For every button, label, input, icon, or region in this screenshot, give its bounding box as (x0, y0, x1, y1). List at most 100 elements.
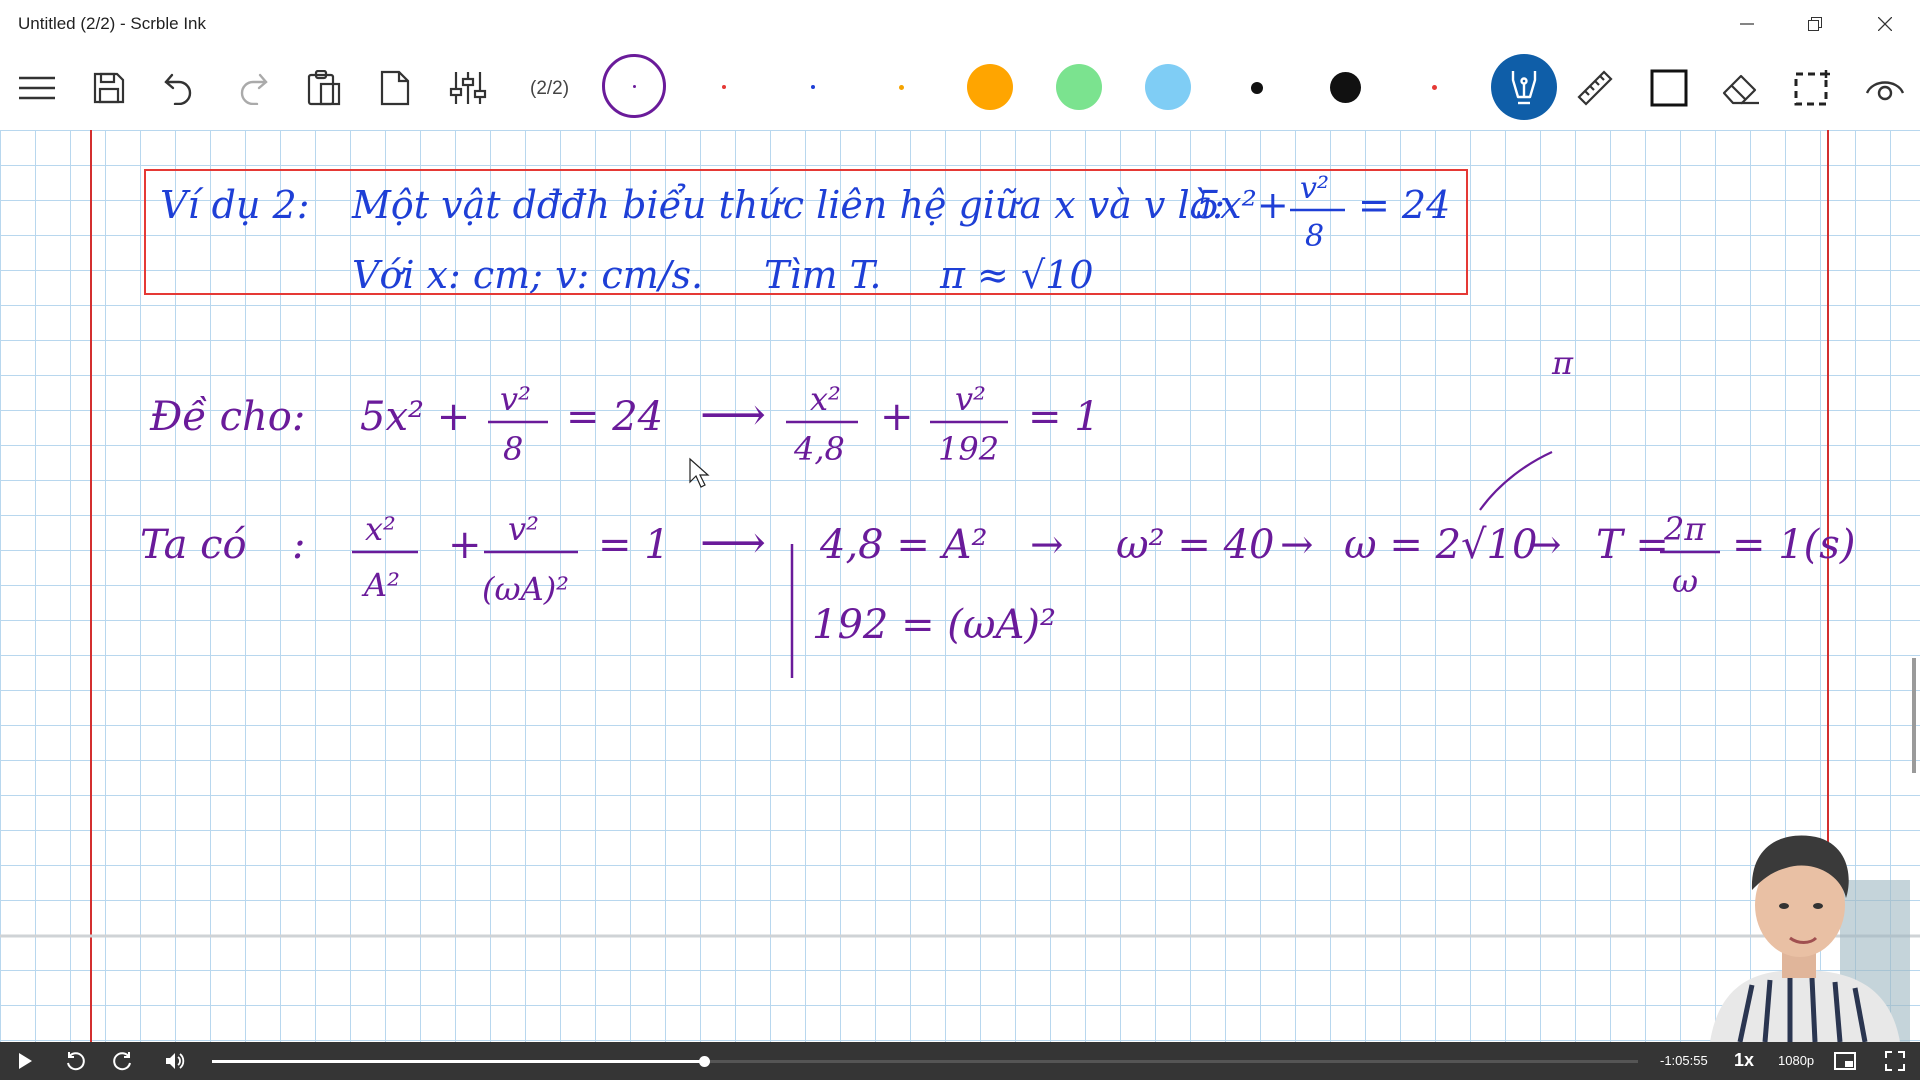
fullscreen-icon (1885, 1051, 1905, 1071)
example-label: Ví dụ 2: (160, 183, 310, 227)
undo-icon (164, 73, 192, 105)
ink-layer: Ví dụ 2: Một vật dđđh biểu thức liên hệ … (0, 130, 1920, 1042)
close-icon (1878, 17, 1892, 31)
picture-in-picture-button[interactable] (1830, 1046, 1860, 1076)
pen-color-black-small[interactable] (1251, 82, 1263, 94)
replay-button[interactable] (60, 1046, 90, 1076)
restore-icon (1808, 17, 1822, 31)
video-controls: -1:05:55 1x 1080p (0, 1042, 1920, 1080)
pen-color-selected-purple[interactable] (602, 54, 666, 118)
system-eq2: 192 = (ωA)² (812, 602, 1056, 648)
mouse-cursor-icon (689, 457, 710, 488)
given-eq: = 24 (566, 394, 663, 440)
period-num: 2π (1663, 510, 1706, 548)
period-rhs: = 1(s) (1732, 522, 1855, 568)
toolbar: (2/2) (0, 48, 1920, 130)
redo-button[interactable] (222, 58, 282, 118)
close-button[interactable] (1851, 0, 1919, 48)
settings-button[interactable] (438, 58, 498, 118)
undo-button[interactable] (150, 58, 210, 118)
save-button[interactable] (79, 58, 139, 118)
video-quality[interactable]: 1080p (1778, 1053, 1814, 1068)
given-f3-num: v² (955, 380, 986, 418)
period-lhs: T = (1596, 522, 1669, 568)
redo-icon (240, 73, 268, 105)
restore-button[interactable] (1781, 0, 1849, 48)
volume-icon (166, 1053, 185, 1069)
given-lhs: 5x² + (360, 394, 470, 440)
fullscreen-button[interactable] (1880, 1046, 1910, 1076)
view-icon (1865, 81, 1905, 101)
derivation-label: Ta có (140, 522, 247, 568)
example-statement: Một vật dđđh biểu thức liên hệ giữa x và… (351, 183, 1225, 227)
progress-handle[interactable] (698, 1056, 710, 1067)
playback-speed[interactable]: 1x (1734, 1050, 1754, 1071)
forward-icon (113, 1052, 131, 1071)
menu-icon (19, 76, 55, 100)
vertical-scrollbar[interactable] (1912, 658, 1916, 773)
handwriting: Ví dụ 2: Một vật dđđh biểu thức liên hệ … (140, 169, 1855, 678)
pi-note-pointer (1479, 451, 1553, 511)
derivation-eq1: = 1 (598, 522, 670, 568)
pen-color-orange[interactable] (967, 64, 1013, 110)
example-approx: π ≈ √10 (939, 253, 1094, 297)
title-bar: Untitled (2/2) - Scrble Ink (0, 0, 1920, 48)
omega-squared: ω² = 40 (1116, 522, 1275, 568)
volume-button[interactable] (160, 1046, 190, 1076)
paste-button[interactable] (294, 58, 354, 118)
period-den: ω (1672, 562, 1698, 600)
replay-icon (67, 1052, 85, 1071)
minimize-icon (1740, 23, 1754, 25)
derivation-f2-num: v² (508, 510, 539, 548)
paste-icon (307, 70, 341, 106)
play-button[interactable] (10, 1046, 40, 1076)
window-title: Untitled (2/2) - Scrble Ink (18, 14, 207, 33)
derivation-f1-num: x² (365, 510, 396, 548)
pen-tool-button[interactable] (1491, 54, 1557, 120)
example-eq-right: = 24 (1358, 183, 1450, 227)
menu-button[interactable] (7, 58, 67, 118)
eraser-button[interactable] (1711, 58, 1771, 118)
given-f2-den: 4,8 (793, 430, 845, 468)
view-button[interactable] (1855, 58, 1915, 118)
system-eq1: 4,8 = A² (819, 522, 987, 568)
derivation-arrow2: → (1030, 522, 1064, 568)
notebook-canvas[interactable]: Ví dụ 2: Một vật dđđh biểu thức liên hệ … (0, 130, 1920, 1042)
derivation-arrow3: → (1280, 522, 1314, 568)
page-button[interactable] (365, 58, 425, 118)
pen-color-red-fine[interactable] (722, 85, 726, 89)
minimize-button[interactable] (1713, 0, 1781, 48)
select-button[interactable] (1782, 58, 1842, 118)
pen-color-light-blue[interactable] (1145, 64, 1191, 110)
shape-button[interactable] (1639, 58, 1699, 118)
time-remaining: -1:05:55 (1660, 1053, 1708, 1068)
example-units: Với x: cm; v: cm/s. (352, 253, 703, 297)
progress-bar[interactable] (212, 1056, 1638, 1067)
given-plus: + (880, 394, 914, 440)
omega-value: ω = 2√10 (1344, 522, 1537, 568)
example-eq-left: 5x²+ (1196, 183, 1289, 227)
pen-color-black-large[interactable] (1330, 72, 1361, 103)
page-icon (380, 70, 410, 106)
derivation-plus: + (448, 522, 482, 568)
given-f1-num: v² (500, 380, 531, 418)
ruler-icon (1577, 70, 1613, 106)
example-find: Tìm T. (764, 253, 881, 297)
pen-color-blue-fine[interactable] (811, 85, 815, 89)
play-icon (19, 1053, 32, 1069)
derivation-f1-den: A² (361, 566, 400, 604)
derivation-arrow1: ⟶ (700, 515, 766, 569)
forward-button[interactable] (108, 1046, 138, 1076)
pen-color-green[interactable] (1056, 64, 1102, 110)
derivation-arrow4: → (1528, 522, 1562, 568)
picture-in-picture-icon (1834, 1052, 1856, 1070)
page-indicator[interactable]: (2/2) (530, 78, 569, 100)
ruler-button[interactable] (1565, 58, 1625, 118)
pi-note: π (1551, 344, 1574, 382)
pen-color-red-small[interactable] (1432, 85, 1437, 90)
pen-icon (1511, 71, 1537, 105)
example-frac-den: 8 (1305, 219, 1324, 254)
settings-sliders-icon (449, 72, 487, 104)
pen-color-gold-fine[interactable] (899, 85, 904, 90)
given-arrow: ⟶ (700, 387, 766, 441)
